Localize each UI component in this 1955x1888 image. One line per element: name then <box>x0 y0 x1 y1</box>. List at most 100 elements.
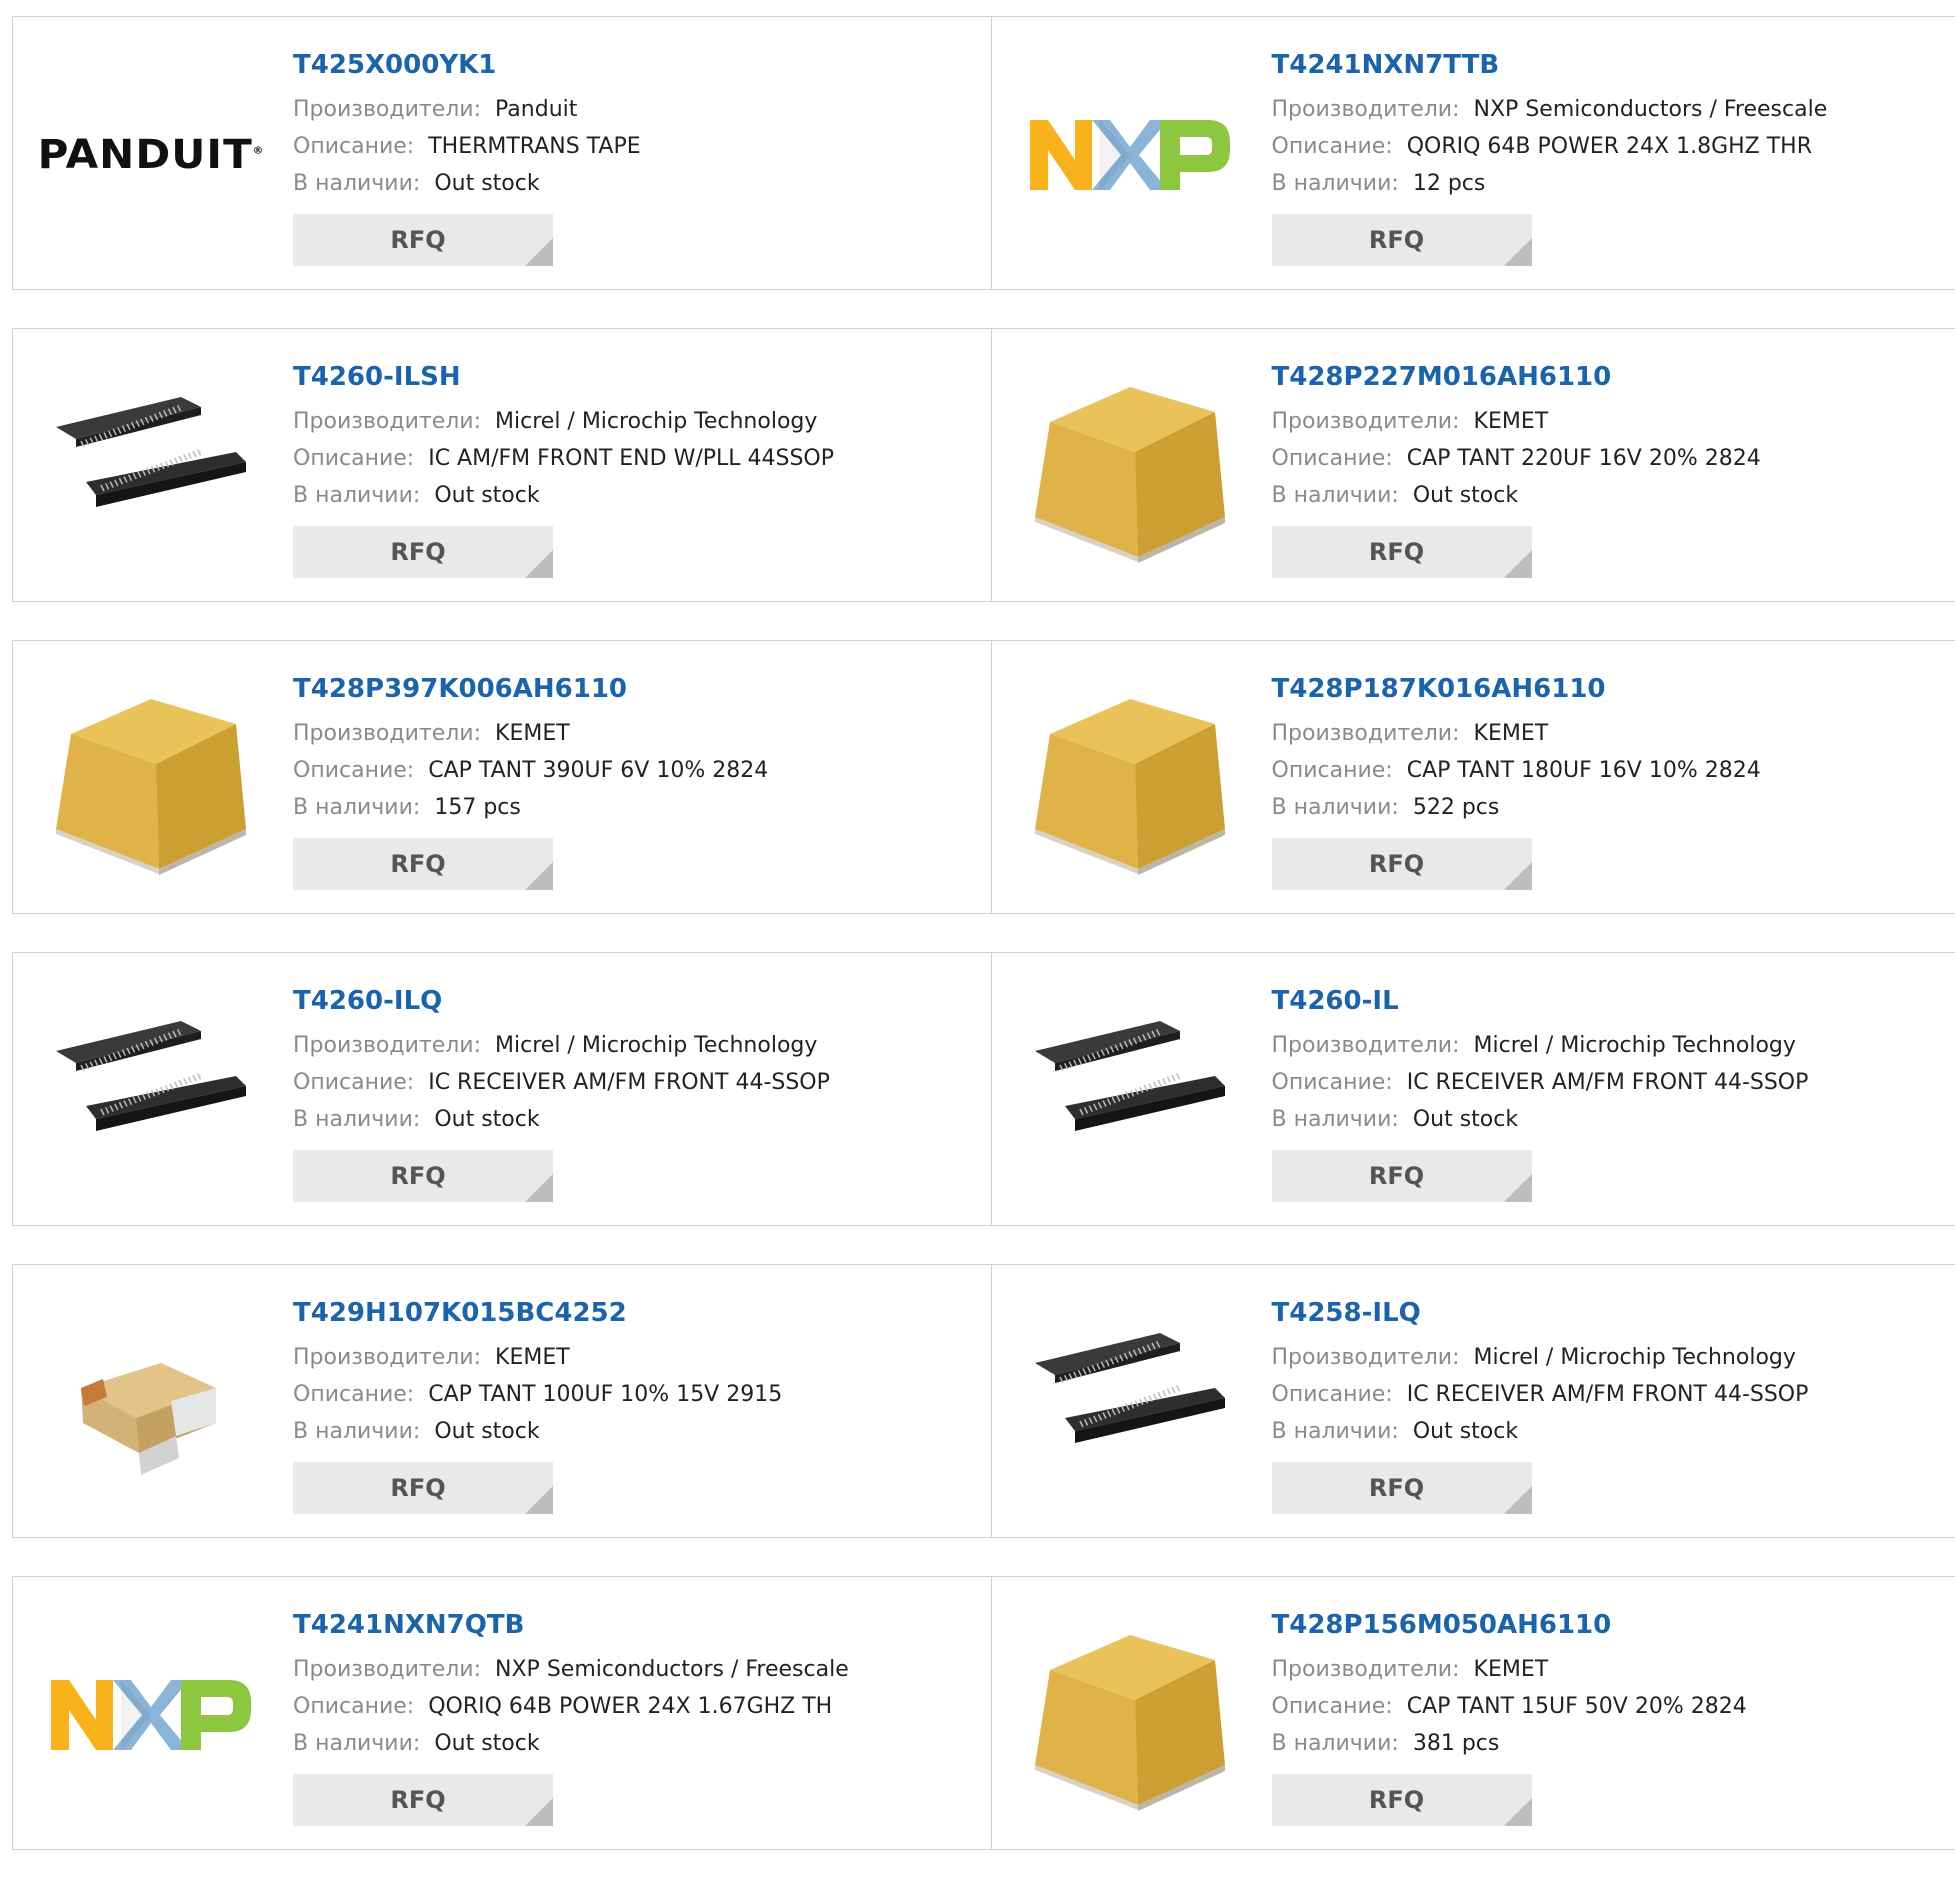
product-image[interactable] <box>1030 991 1230 1191</box>
stock-label: В наличии: <box>1272 795 1399 820</box>
stock-line: В наличии:Out stock <box>293 165 641 202</box>
product-image[interactable] <box>51 1615 251 1815</box>
product-image[interactable] <box>51 1303 251 1503</box>
rfq-button[interactable]: RFQ <box>293 214 553 266</box>
corner-triangle-icon <box>1504 550 1532 578</box>
part-number-link[interactable]: T4260-IL <box>1272 983 1809 1019</box>
corner-triangle-icon <box>525 1798 553 1826</box>
manufacturer-label: Производители: <box>293 721 481 746</box>
stock-value: 157 pcs <box>434 795 521 820</box>
part-number-link[interactable]: T4241NXN7TTB <box>1272 47 1828 83</box>
stock-line: В наличии:522 pcs <box>1272 789 1761 826</box>
manufacturer-line: Производители:KEMET <box>1272 403 1761 440</box>
part-number-link[interactable]: T4260-ILQ <box>293 983 830 1019</box>
corner-triangle-icon <box>525 550 553 578</box>
part-number-link[interactable]: T428P156M050AH6110 <box>1272 1607 1747 1643</box>
manufacturer-label: Производители: <box>1272 721 1460 746</box>
tantalum-capacitor-icon <box>51 679 251 879</box>
product-card: T4260-ILQ Производители:Micrel / Microch… <box>13 953 991 1225</box>
part-number-link[interactable]: T425X000YK1 <box>293 47 641 83</box>
ssop-chip-icon <box>1030 1303 1230 1503</box>
product-info: T428P397K006AH6110 Производители:KEMET О… <box>293 671 768 890</box>
product-info: T425X000YK1 Производители:Panduit Описан… <box>293 47 641 266</box>
rfq-button[interactable]: RFQ <box>293 1774 553 1826</box>
stock-line: В наличии:Out stock <box>1272 1413 1809 1450</box>
stock-label: В наличии: <box>293 795 420 820</box>
stock-value: 12 pcs <box>1413 171 1486 196</box>
rfq-button[interactable]: RFQ <box>293 526 553 578</box>
rfq-button[interactable]: RFQ <box>293 1462 553 1514</box>
manufacturer-value: Micrel / Microchip Technology <box>1474 1345 1796 1370</box>
description-line: Описание:IC RECEIVER AM/FM FRONT 44-SSOP <box>1272 1376 1809 1413</box>
stock-label: В наличии: <box>293 1419 420 1444</box>
manufacturer-label: Производители: <box>293 1345 481 1370</box>
stock-line: В наличии:Out stock <box>1272 477 1761 514</box>
product-image[interactable] <box>1030 55 1230 255</box>
product-info: T4241NXN7QTB Производители:NXP Semicondu… <box>293 1607 849 1826</box>
product-image[interactable] <box>1030 1303 1230 1503</box>
rfq-label: RFQ <box>390 1786 445 1814</box>
product-image[interactable]: PANDUIT® <box>51 55 251 255</box>
rfq-button[interactable]: RFQ <box>1272 214 1532 266</box>
part-number-link[interactable]: T4258-ILQ <box>1272 1295 1809 1331</box>
part-number-link[interactable]: T4241NXN7QTB <box>293 1607 849 1643</box>
product-image[interactable] <box>51 679 251 879</box>
description-value: CAP TANT 180UF 16V 10% 2824 <box>1407 758 1761 783</box>
manufacturer-value: KEMET <box>1474 409 1549 434</box>
stock-value: Out stock <box>434 171 539 196</box>
product-image[interactable] <box>51 991 251 1191</box>
manufacturer-label: Производители: <box>293 1033 481 1058</box>
description-value: IC RECEIVER AM/FM FRONT 44-SSOP <box>1407 1070 1809 1095</box>
rfq-button[interactable]: RFQ <box>1272 1150 1532 1202</box>
stock-value: Out stock <box>434 1107 539 1132</box>
manufacturer-value: KEMET <box>1474 1657 1549 1682</box>
product-card: PANDUIT® T425X000YK1 Производители:Pandu… <box>13 17 991 289</box>
description-label: Описание: <box>1272 134 1393 159</box>
product-info: T429H107K015BC4252 Производители:KEMET О… <box>293 1295 782 1514</box>
description-value: IC RECEIVER AM/FM FRONT 44-SSOP <box>428 1070 830 1095</box>
part-number-link[interactable]: T428P227M016AH6110 <box>1272 359 1761 395</box>
description-line: Описание:IC RECEIVER AM/FM FRONT 44-SSOP <box>1272 1064 1809 1101</box>
product-image[interactable] <box>51 367 251 567</box>
product-image[interactable] <box>1030 679 1230 879</box>
product-info: T4258-ILQ Производители:Micrel / Microch… <box>1272 1295 1809 1514</box>
description-label: Описание: <box>1272 758 1393 783</box>
stock-value: 381 pcs <box>1413 1731 1500 1756</box>
corner-triangle-icon <box>525 862 553 890</box>
description-label: Описание: <box>293 1382 414 1407</box>
description-value: THERMTRANS TAPE <box>428 134 640 159</box>
rfq-button[interactable]: RFQ <box>1272 1462 1532 1514</box>
description-value: IC AM/FM FRONT END W/PLL 44SSOP <box>428 446 834 471</box>
part-number-link[interactable]: T428P187K016AH6110 <box>1272 671 1761 707</box>
description-label: Описание: <box>293 446 414 471</box>
rfq-button[interactable]: RFQ <box>293 1150 553 1202</box>
product-image[interactable] <box>1030 1615 1230 1815</box>
description-label: Описание: <box>1272 1694 1393 1719</box>
product-card: T429H107K015BC4252 Производители:KEMET О… <box>13 1265 991 1537</box>
stock-label: В наличии: <box>293 1731 420 1756</box>
corner-triangle-icon <box>1504 1798 1532 1826</box>
part-number-link[interactable]: T428P397K006AH6110 <box>293 671 768 707</box>
stock-value: Out stock <box>434 1419 539 1444</box>
rfq-button[interactable]: RFQ <box>1272 526 1532 578</box>
part-number-link[interactable]: T4260-ILSH <box>293 359 834 395</box>
description-label: Описание: <box>1272 1382 1393 1407</box>
description-line: Описание:CAP TANT 390UF 6V 10% 2824 <box>293 752 768 789</box>
part-number-link[interactable]: T429H107K015BC4252 <box>293 1295 782 1331</box>
corner-triangle-icon <box>1504 238 1532 266</box>
rfq-button[interactable]: RFQ <box>293 838 553 890</box>
manufacturer-label: Производители: <box>293 409 481 434</box>
rfq-button[interactable]: RFQ <box>1272 838 1532 890</box>
product-card: T4241NXN7QTB Производители:NXP Semicondu… <box>13 1577 991 1849</box>
rfq-label: RFQ <box>390 1162 445 1190</box>
manufacturer-value: NXP Semiconductors / Freescale <box>495 1657 849 1682</box>
stock-label: В наличии: <box>293 1107 420 1132</box>
rfq-label: RFQ <box>1369 850 1424 878</box>
product-card: T428P227M016AH6110 Производители:KEMET О… <box>991 329 1955 601</box>
manufacturer-label: Производители: <box>293 97 481 122</box>
product-info: T4260-IL Производители:Micrel / Microchi… <box>1272 983 1809 1202</box>
manufacturer-value: Micrel / Microchip Technology <box>495 409 817 434</box>
product-image[interactable] <box>1030 367 1230 567</box>
stock-label: В наличии: <box>1272 1419 1399 1444</box>
rfq-button[interactable]: RFQ <box>1272 1774 1532 1826</box>
